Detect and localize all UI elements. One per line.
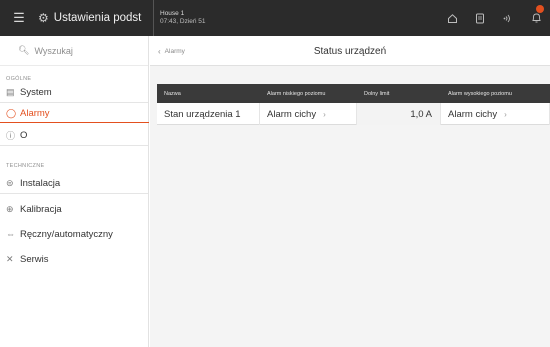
column-header-high-alarm[interactable]: Alarm wysokiego poziomu <box>441 84 550 103</box>
manual-auto-icon: ⇔ <box>6 229 15 239</box>
cell-high-alarm[interactable]: Alarm cichy › <box>441 103 550 125</box>
sidebar-item-alarms[interactable]: ◯ Alarmy <box>0 103 149 123</box>
table-header: Nazwa Alarm niskiego poziomu Dolny limit… <box>157 84 550 103</box>
notes-icon[interactable] <box>466 0 494 36</box>
bell-icon[interactable] <box>522 0 550 36</box>
sidebar-item-label: System <box>20 86 52 98</box>
sidebar-item-label: Alarmy <box>20 107 50 119</box>
sidebar-item-label: Serwis <box>20 253 49 265</box>
sidebar-item-manual-auto[interactable]: ⇔ Ręczny/automatyczny <box>0 224 148 244</box>
sidebar: 🔍︎ Wyszukaj OGÓLNE ▤ System ◯ Alarmy ⓘ O… <box>0 36 149 347</box>
sidebar-item-service[interactable]: ✕ Serwis <box>0 249 148 269</box>
sidebar-item-label: Ręczny/automatyczny <box>20 228 113 240</box>
house-name: House 1 <box>160 10 185 17</box>
sidebar-item-system[interactable]: ▤ System <box>0 82 148 102</box>
system-icon: ▤ <box>6 86 15 97</box>
column-header-low-alarm[interactable]: Alarm niskiego poziomu <box>260 84 357 103</box>
search-field[interactable]: 🔍︎ Wyszukaj <box>0 36 148 66</box>
cell-name: Stan urządzenia 1 <box>157 103 260 125</box>
app-title-text: Ustawienia podst <box>53 12 142 24</box>
sidebar-item-calibration[interactable]: ⊕ Kalibracja <box>0 199 148 219</box>
sidebar-item-about[interactable]: ⓘ O <box>0 125 148 145</box>
chevron-right-icon: › <box>504 109 507 119</box>
sidebar-item-label: Kalibracja <box>20 203 62 215</box>
main-header: ‹ Alarmy Status urządzeń <box>150 36 550 66</box>
cell-low-alarm[interactable]: Alarm cichy › <box>260 103 357 125</box>
sidebar-item-label: Instalacja <box>20 177 61 189</box>
calibration-icon: ⊕ <box>6 203 14 214</box>
search-icon: 🔍︎ <box>18 45 30 55</box>
hamburger-icon[interactable]: ☰ <box>6 0 32 36</box>
device-status-table: Nazwa Alarm niskiego poziomu Dolny limit… <box>157 84 550 125</box>
search-placeholder: Wyszukaj <box>34 45 73 56</box>
settings-gear-icon: ⚙ <box>38 11 49 25</box>
chevron-right-icon: › <box>323 109 326 119</box>
signal-icon[interactable] <box>494 0 522 36</box>
page-title: Status urządzeń <box>313 45 387 57</box>
top-icons <box>438 0 550 36</box>
info-icon: ⓘ <box>6 130 16 141</box>
cell-low-limit[interactable]: 1,0 A <box>357 103 441 125</box>
top-bar: ☰ ⚙ Ustawienia podst House 1 07:43, Dzie… <box>0 0 550 36</box>
installation-icon: ⊜ <box>6 177 14 188</box>
house-info[interactable]: House 1 07:43, Dzień 51 <box>154 0 206 36</box>
column-header-low-limit[interactable]: Dolny limit <box>357 84 441 103</box>
low-alarm-value: Alarm cichy <box>267 108 317 120</box>
home-icon[interactable] <box>438 0 466 36</box>
sidebar-item-label: O <box>20 129 28 141</box>
sidebar-item-installation[interactable]: ⊜ Instalacja <box>0 173 148 193</box>
high-alarm-value: Alarm cichy <box>448 108 498 120</box>
service-icon: ✕ <box>6 253 14 264</box>
app-title: ⚙ Ustawienia podst <box>32 0 150 36</box>
notification-badge <box>536 5 544 13</box>
column-header-name[interactable]: Nazwa <box>157 84 260 103</box>
main-panel: ‹ Alarmy Status urządzeń Nazwa Alarm nis… <box>150 36 550 347</box>
house-time: 07:43, Dzień 51 <box>160 18 206 25</box>
table-row: Stan urządzenia 1 Alarm cichy › 1,0 A Al… <box>157 103 550 125</box>
alarm-icon: ◯ <box>6 107 17 118</box>
